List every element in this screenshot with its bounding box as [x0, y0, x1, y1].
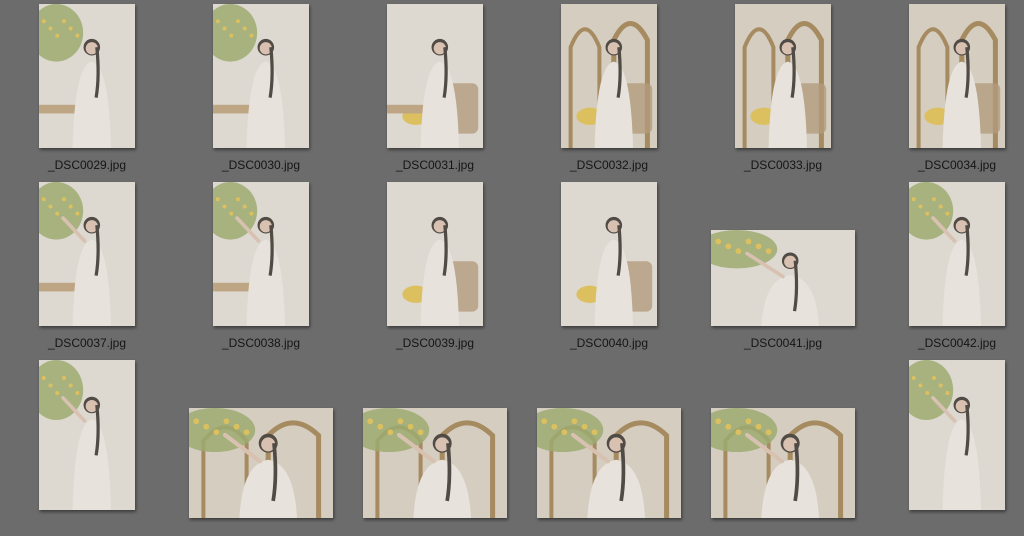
file-item[interactable]: _DSC0037.jpg	[0, 182, 174, 358]
file-item[interactable]	[696, 360, 870, 536]
file-name-label: _DSC0029.jpg	[47, 158, 127, 172]
photo-image	[387, 4, 483, 148]
file-item[interactable]: _DSC0033.jpg	[696, 4, 870, 180]
file-thumbnail[interactable]	[711, 408, 855, 518]
file-name-label: _DSC0042.jpg	[917, 336, 997, 350]
file-name-label: _DSC0040.jpg	[569, 336, 649, 350]
file-thumbnail[interactable]	[909, 4, 1005, 148]
file-name-label: _DSC0041.jpg	[743, 336, 823, 350]
file-item[interactable]: _DSC0041.jpg	[696, 182, 870, 358]
photo-image	[561, 4, 657, 148]
file-item[interactable]	[174, 360, 348, 536]
photo-image	[909, 360, 1005, 510]
file-name-label: _DSC0038.jpg	[221, 336, 301, 350]
file-thumbnail[interactable]	[213, 4, 309, 148]
file-item[interactable]: _DSC0031.jpg	[348, 4, 522, 180]
file-item[interactable]	[0, 360, 174, 536]
file-thumbnail[interactable]	[711, 230, 855, 326]
file-name-label: _DSC0039.jpg	[395, 336, 475, 350]
file-thumbnail[interactable]	[39, 182, 135, 326]
file-item[interactable]	[870, 360, 1024, 536]
photo-image	[735, 4, 831, 148]
file-thumbnail[interactable]	[213, 182, 309, 326]
photo-image	[213, 182, 309, 326]
photo-image	[909, 182, 1005, 326]
photo-image	[363, 408, 507, 518]
photo-image	[537, 408, 681, 518]
file-thumbnail[interactable]	[561, 182, 657, 326]
photo-image	[387, 182, 483, 326]
file-name-label: _DSC0034.jpg	[917, 158, 997, 172]
photo-image	[39, 360, 135, 510]
file-name-label: _DSC0031.jpg	[395, 158, 475, 172]
photo-image	[561, 182, 657, 326]
file-name-label: _DSC0030.jpg	[221, 158, 301, 172]
photo-image	[213, 4, 309, 148]
file-thumbnail[interactable]	[189, 408, 333, 518]
file-item[interactable]: _DSC0038.jpg	[174, 182, 348, 358]
photo-image	[189, 408, 333, 518]
file-thumbnail[interactable]	[363, 408, 507, 518]
file-thumbnail[interactable]	[735, 4, 831, 148]
photo-image	[909, 4, 1005, 148]
photo-image	[711, 408, 855, 518]
file-item[interactable]: _DSC0030.jpg	[174, 4, 348, 180]
file-item[interactable]	[522, 360, 696, 536]
file-item[interactable]: _DSC0032.jpg	[522, 4, 696, 180]
file-thumbnail[interactable]	[387, 4, 483, 148]
file-item[interactable]	[348, 360, 522, 536]
file-item[interactable]: _DSC0034.jpg	[870, 4, 1024, 180]
file-thumbnail[interactable]	[387, 182, 483, 326]
file-item[interactable]: _DSC0029.jpg	[0, 4, 174, 180]
file-name-label: _DSC0033.jpg	[743, 158, 823, 172]
photo-image	[39, 182, 135, 326]
file-name-label: _DSC0037.jpg	[47, 336, 127, 350]
file-thumbnail[interactable]	[561, 4, 657, 148]
file-name-label: _DSC0032.jpg	[569, 158, 649, 172]
file-thumbnail[interactable]	[39, 360, 135, 510]
file-thumbnail[interactable]	[537, 408, 681, 518]
file-item[interactable]: _DSC0040.jpg	[522, 182, 696, 358]
file-thumbnail[interactable]	[909, 182, 1005, 326]
file-item[interactable]: _DSC0039.jpg	[348, 182, 522, 358]
photo-image	[39, 4, 135, 148]
file-thumbnail[interactable]	[909, 360, 1005, 510]
file-item[interactable]: _DSC0042.jpg	[870, 182, 1024, 358]
file-thumbnail[interactable]	[39, 4, 135, 148]
photo-image	[711, 230, 855, 326]
thumbnail-grid: _DSC0029.jpg _DSC0030.jpg _DSC0031.jpg _DSC…	[0, 0, 1024, 518]
